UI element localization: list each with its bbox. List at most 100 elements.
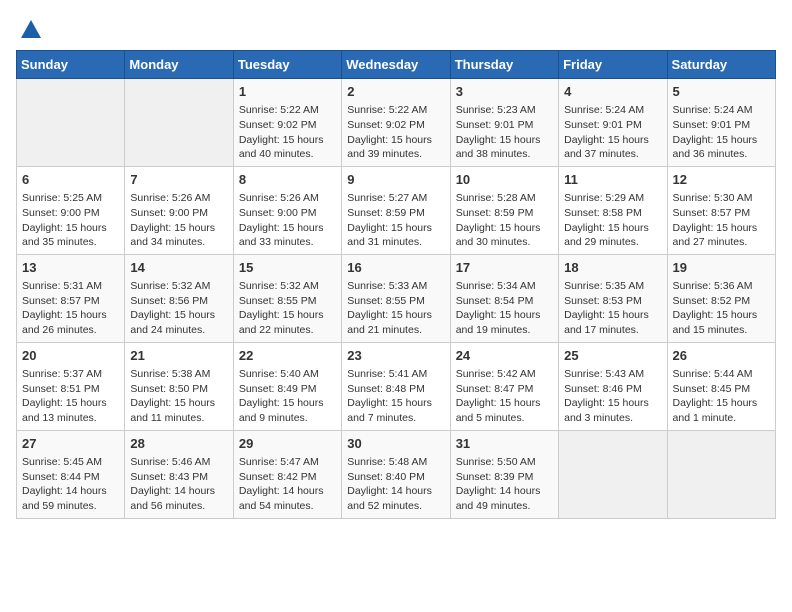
cell-info: Sunset: 8:58 PM (564, 206, 661, 221)
calendar-cell: 27Sunrise: 5:45 AMSunset: 8:44 PMDayligh… (17, 430, 125, 518)
column-header-friday: Friday (559, 51, 667, 79)
day-number: 30 (347, 435, 444, 453)
cell-info: Sunset: 8:55 PM (347, 294, 444, 309)
cell-info: Sunrise: 5:23 AM (456, 103, 553, 118)
cell-info: Daylight: 15 hours and 35 minutes. (22, 221, 119, 250)
cell-info: Sunset: 9:01 PM (456, 118, 553, 133)
calendar-cell: 7Sunrise: 5:26 AMSunset: 9:00 PMDaylight… (125, 166, 233, 254)
cell-info: Daylight: 15 hours and 13 minutes. (22, 396, 119, 425)
cell-info: Sunset: 8:57 PM (673, 206, 770, 221)
cell-info: Sunrise: 5:45 AM (22, 455, 119, 470)
cell-info: Sunrise: 5:26 AM (239, 191, 336, 206)
calendar-cell: 15Sunrise: 5:32 AMSunset: 8:55 PMDayligh… (233, 254, 341, 342)
calendar-cell (559, 430, 667, 518)
day-number: 1 (239, 83, 336, 101)
cell-info: Daylight: 15 hours and 24 minutes. (130, 308, 227, 337)
cell-info: Daylight: 15 hours and 11 minutes. (130, 396, 227, 425)
calendar-cell: 5Sunrise: 5:24 AMSunset: 9:01 PMDaylight… (667, 79, 775, 167)
day-number: 2 (347, 83, 444, 101)
cell-info: Daylight: 15 hours and 21 minutes. (347, 308, 444, 337)
column-header-sunday: Sunday (17, 51, 125, 79)
cell-info: Sunrise: 5:50 AM (456, 455, 553, 470)
day-number: 14 (130, 259, 227, 277)
cell-info: Sunrise: 5:24 AM (673, 103, 770, 118)
calendar-cell: 13Sunrise: 5:31 AMSunset: 8:57 PMDayligh… (17, 254, 125, 342)
cell-info: Sunset: 8:56 PM (130, 294, 227, 309)
day-number: 22 (239, 347, 336, 365)
day-number: 29 (239, 435, 336, 453)
cell-info: Sunrise: 5:25 AM (22, 191, 119, 206)
cell-info: Daylight: 15 hours and 17 minutes. (564, 308, 661, 337)
cell-info: Sunrise: 5:43 AM (564, 367, 661, 382)
calendar-cell: 19Sunrise: 5:36 AMSunset: 8:52 PMDayligh… (667, 254, 775, 342)
cell-info: Daylight: 15 hours and 27 minutes. (673, 221, 770, 250)
day-number: 24 (456, 347, 553, 365)
day-number: 18 (564, 259, 661, 277)
day-number: 26 (673, 347, 770, 365)
cell-info: Sunrise: 5:41 AM (347, 367, 444, 382)
cell-info: Sunset: 9:01 PM (673, 118, 770, 133)
calendar-cell: 24Sunrise: 5:42 AMSunset: 8:47 PMDayligh… (450, 342, 558, 430)
cell-info: Daylight: 15 hours and 3 minutes. (564, 396, 661, 425)
day-number: 17 (456, 259, 553, 277)
calendar-cell: 10Sunrise: 5:28 AMSunset: 8:59 PMDayligh… (450, 166, 558, 254)
day-number: 27 (22, 435, 119, 453)
calendar-cell: 23Sunrise: 5:41 AMSunset: 8:48 PMDayligh… (342, 342, 450, 430)
cell-info: Sunrise: 5:28 AM (456, 191, 553, 206)
cell-info: Daylight: 15 hours and 1 minute. (673, 396, 770, 425)
day-number: 12 (673, 171, 770, 189)
cell-info: Sunrise: 5:44 AM (673, 367, 770, 382)
cell-info: Sunrise: 5:34 AM (456, 279, 553, 294)
cell-info: Sunset: 9:00 PM (130, 206, 227, 221)
cell-info: Daylight: 15 hours and 26 minutes. (22, 308, 119, 337)
calendar-table: SundayMondayTuesdayWednesdayThursdayFrid… (16, 50, 776, 519)
cell-info: Daylight: 15 hours and 38 minutes. (456, 133, 553, 162)
calendar-cell: 21Sunrise: 5:38 AMSunset: 8:50 PMDayligh… (125, 342, 233, 430)
day-number: 28 (130, 435, 227, 453)
calendar-cell (17, 79, 125, 167)
page-header (16, 16, 776, 40)
calendar-cell: 25Sunrise: 5:43 AMSunset: 8:46 PMDayligh… (559, 342, 667, 430)
calendar-cell: 6Sunrise: 5:25 AMSunset: 9:00 PMDaylight… (17, 166, 125, 254)
calendar-cell: 2Sunrise: 5:22 AMSunset: 9:02 PMDaylight… (342, 79, 450, 167)
cell-info: Daylight: 15 hours and 22 minutes. (239, 308, 336, 337)
cell-info: Sunset: 8:46 PM (564, 382, 661, 397)
calendar-cell: 17Sunrise: 5:34 AMSunset: 8:54 PMDayligh… (450, 254, 558, 342)
cell-info: Sunrise: 5:37 AM (22, 367, 119, 382)
cell-info: Sunset: 9:02 PM (239, 118, 336, 133)
calendar-cell: 20Sunrise: 5:37 AMSunset: 8:51 PMDayligh… (17, 342, 125, 430)
calendar-cell: 12Sunrise: 5:30 AMSunset: 8:57 PMDayligh… (667, 166, 775, 254)
cell-info: Sunrise: 5:38 AM (130, 367, 227, 382)
calendar-cell: 9Sunrise: 5:27 AMSunset: 8:59 PMDaylight… (342, 166, 450, 254)
cell-info: Sunset: 8:59 PM (456, 206, 553, 221)
day-number: 21 (130, 347, 227, 365)
cell-info: Daylight: 15 hours and 19 minutes. (456, 308, 553, 337)
calendar-cell: 31Sunrise: 5:50 AMSunset: 8:39 PMDayligh… (450, 430, 558, 518)
calendar-cell: 1Sunrise: 5:22 AMSunset: 9:02 PMDaylight… (233, 79, 341, 167)
cell-info: Sunrise: 5:24 AM (564, 103, 661, 118)
calendar-cell: 4Sunrise: 5:24 AMSunset: 9:01 PMDaylight… (559, 79, 667, 167)
day-number: 15 (239, 259, 336, 277)
cell-info: Daylight: 15 hours and 36 minutes. (673, 133, 770, 162)
cell-info: Sunset: 8:55 PM (239, 294, 336, 309)
day-number: 16 (347, 259, 444, 277)
cell-info: Sunrise: 5:22 AM (347, 103, 444, 118)
cell-info: Daylight: 15 hours and 37 minutes. (564, 133, 661, 162)
calendar-cell: 29Sunrise: 5:47 AMSunset: 8:42 PMDayligh… (233, 430, 341, 518)
cell-info: Daylight: 14 hours and 56 minutes. (130, 484, 227, 513)
cell-info: Sunset: 8:40 PM (347, 470, 444, 485)
logo (16, 16, 47, 40)
day-number: 11 (564, 171, 661, 189)
calendar-cell: 22Sunrise: 5:40 AMSunset: 8:49 PMDayligh… (233, 342, 341, 430)
day-number: 9 (347, 171, 444, 189)
column-header-wednesday: Wednesday (342, 51, 450, 79)
day-number: 31 (456, 435, 553, 453)
day-number: 6 (22, 171, 119, 189)
cell-info: Sunset: 8:52 PM (673, 294, 770, 309)
calendar-cell (667, 430, 775, 518)
cell-info: Sunrise: 5:40 AM (239, 367, 336, 382)
cell-info: Sunrise: 5:31 AM (22, 279, 119, 294)
cell-info: Sunset: 8:44 PM (22, 470, 119, 485)
day-number: 8 (239, 171, 336, 189)
column-header-thursday: Thursday (450, 51, 558, 79)
